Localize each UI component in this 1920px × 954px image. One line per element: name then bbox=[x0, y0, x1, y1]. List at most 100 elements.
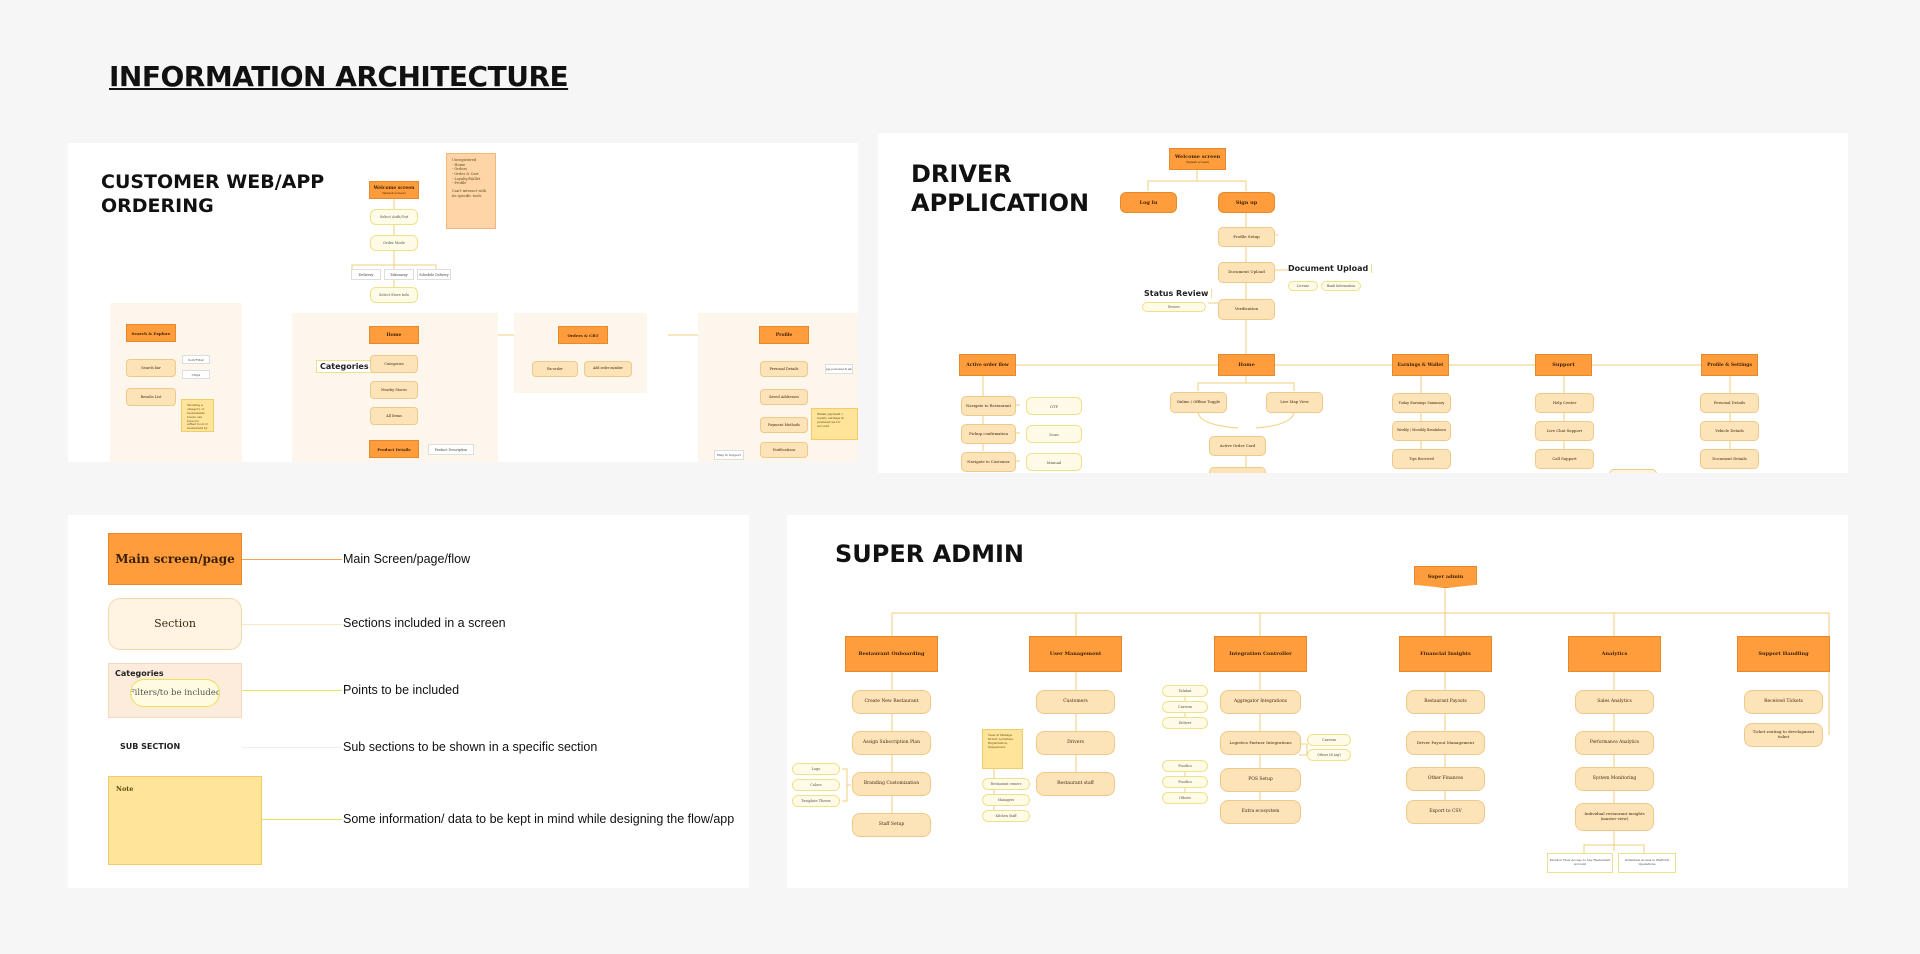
staff-kitchen[interactable]: Kitchen Staff bbox=[982, 810, 1030, 822]
home-screen[interactable]: Home bbox=[369, 326, 419, 344]
driver-document-upload[interactable]: Document Upload bbox=[1218, 262, 1275, 283]
aggregator-talabat[interactable]: Talabat bbox=[1162, 685, 1208, 697]
integration-extra[interactable]: Extra ecosystem bbox=[1220, 800, 1301, 824]
search-bar-section[interactable]: Search bar bbox=[126, 359, 176, 377]
pos-others[interactable]: Others bbox=[1162, 792, 1208, 804]
orders-screen[interactable]: Orders & CRT bbox=[558, 326, 608, 344]
pos-foodics-1[interactable]: Foodics bbox=[1162, 760, 1208, 772]
earnings-tips[interactable]: Tips Received bbox=[1392, 449, 1451, 469]
support-more[interactable] bbox=[1609, 469, 1657, 473]
active-otp[interactable]: OTP bbox=[1026, 397, 1082, 415]
order-mode-schedule[interactable]: Schedule Delivery bbox=[417, 269, 451, 280]
admin-financial[interactable]: Financial Insights bbox=[1399, 636, 1492, 672]
driver-home-more[interactable] bbox=[1209, 467, 1266, 473]
finance-restaurant-payouts[interactable]: Restaurant Payouts bbox=[1406, 690, 1485, 714]
staff-owners[interactable]: Restaurant owners bbox=[982, 778, 1030, 790]
status-review-item[interactable]: Review bbox=[1142, 302, 1206, 312]
order-mode-delivery[interactable]: Delivery bbox=[351, 269, 381, 280]
search-explore-screen[interactable]: Search & Explore bbox=[126, 324, 176, 342]
active-nav-restaurant[interactable]: Navigate to Restaurant bbox=[961, 396, 1016, 416]
admin-support[interactable]: Support Handling bbox=[1737, 636, 1830, 672]
aggregator-deliver[interactable]: Deliver bbox=[1162, 717, 1208, 729]
support-received-tickets[interactable]: Received Tickets bbox=[1744, 690, 1823, 714]
onboarding-create[interactable]: Create New Restaurant bbox=[852, 690, 931, 714]
home-categories-section[interactable]: Categories bbox=[370, 355, 418, 373]
product-description[interactable]: Product Description bbox=[428, 444, 474, 455]
profile-notifications[interactable]: Notifications bbox=[760, 442, 808, 458]
onboarding-branding[interactable]: Branding Customization bbox=[852, 772, 931, 796]
driver-verification[interactable]: Verification bbox=[1218, 299, 1275, 320]
active-nav-customer[interactable]: Navigate to Customer bbox=[961, 452, 1016, 472]
integration-aggregator[interactable]: Aggregator Integrations bbox=[1220, 690, 1301, 714]
finance-export[interactable]: Export to CSV bbox=[1406, 800, 1485, 824]
driver-profile-personal[interactable]: Personal Details bbox=[1700, 393, 1759, 413]
customer-flow-store[interactable]: Select Store Info bbox=[370, 287, 418, 303]
order-mode-takeaway[interactable]: Takeaway bbox=[384, 269, 414, 280]
branding-logo[interactable]: Logo bbox=[792, 763, 840, 775]
admin-integration[interactable]: Integration Controller bbox=[1214, 636, 1307, 672]
driver-profile-setup[interactable]: Profile Setup bbox=[1218, 227, 1275, 247]
earnings-weekly[interactable]: Weekly / Monthly Breakdown bbox=[1392, 421, 1451, 441]
doc-license[interactable]: License bbox=[1288, 281, 1318, 291]
active-scan[interactable]: Scan bbox=[1026, 425, 1082, 443]
analytics-individual-access[interactable]: Individual Access to Platform Operations bbox=[1618, 853, 1676, 873]
driver-home-screen[interactable]: Home bbox=[1218, 354, 1275, 376]
staff-managers[interactable]: Managers bbox=[982, 794, 1030, 806]
branding-colors[interactable]: Colors bbox=[792, 779, 840, 791]
driver-signup-screen[interactable]: Sign up bbox=[1218, 192, 1275, 213]
integration-pos[interactable]: POS Setup bbox=[1220, 768, 1301, 792]
driver-active-card[interactable]: Active Order Card bbox=[1209, 436, 1266, 456]
support-call[interactable]: Call Support bbox=[1535, 449, 1594, 469]
branding-theme[interactable]: Template Theme bbox=[792, 795, 840, 807]
search-option-chips[interactable]: Chips bbox=[182, 370, 210, 379]
earnings-today[interactable]: Today Earnings Summary bbox=[1392, 393, 1451, 413]
logistics-careem[interactable]: Careem bbox=[1307, 734, 1351, 746]
admin-onboarding[interactable]: Restaurant Onboarding bbox=[845, 636, 938, 672]
analytics-individual[interactable]: Individual restaurant insights (master v… bbox=[1575, 803, 1654, 831]
customer-welcome-screen[interactable]: Welcome screen (Splash screen) bbox=[369, 181, 419, 199]
users-drivers[interactable]: Drivers bbox=[1036, 731, 1115, 755]
home-nearby-section[interactable]: Nearby Stores bbox=[370, 381, 418, 399]
finance-driver-payouts[interactable]: Driver Payout Management bbox=[1406, 731, 1485, 755]
pos-foodics-2[interactable]: Foodics bbox=[1162, 776, 1208, 788]
driver-support-screen[interactable]: Support bbox=[1535, 354, 1592, 376]
profile-personal[interactable]: Personal Details bbox=[760, 361, 808, 377]
users-restaurant-staff[interactable]: Restaurant staff bbox=[1036, 772, 1115, 796]
analytics-sales[interactable]: Sales Analytics bbox=[1575, 690, 1654, 714]
finance-other[interactable]: Other Finances bbox=[1406, 767, 1485, 791]
profile-manage[interactable]: Manage personal & address bbox=[825, 364, 853, 374]
profile-payments[interactable]: Payment Methods bbox=[760, 417, 808, 433]
admin-analytics[interactable]: Analytics bbox=[1568, 636, 1661, 672]
logistics-others[interactable]: Others (if any) bbox=[1307, 749, 1351, 761]
onboarding-staff[interactable]: Staff Setup bbox=[852, 813, 931, 837]
doc-bank[interactable]: Bank Information bbox=[1321, 281, 1361, 291]
search-option-sort[interactable]: Sort/Filter bbox=[182, 355, 210, 364]
active-pickup[interactable]: Pickup confirmation bbox=[961, 424, 1016, 444]
active-order-flow[interactable]: Active order flow bbox=[959, 354, 1016, 376]
analytics-monitor-view[interactable]: Monitor View Access to Any Restaurant Ac… bbox=[1547, 853, 1613, 873]
driver-profile-vehicle[interactable]: Vehicle Details bbox=[1700, 421, 1759, 441]
aggregator-careem[interactable]: Careem bbox=[1162, 701, 1208, 713]
admin-user-management[interactable]: User Management bbox=[1029, 636, 1122, 672]
orders-add-number[interactable]: Add order number bbox=[584, 361, 632, 377]
driver-live-map[interactable]: Live Map View bbox=[1266, 392, 1323, 413]
results-list-section[interactable]: Results List bbox=[126, 388, 176, 406]
earnings-screen[interactable]: Earnings & Wallet bbox=[1392, 354, 1449, 376]
driver-login-screen[interactable]: Log In bbox=[1120, 192, 1177, 213]
driver-profile-screen[interactable]: Profile & Settings bbox=[1701, 354, 1758, 376]
support-live-chat[interactable]: Live Chat Support bbox=[1535, 421, 1594, 441]
home-items-section[interactable]: All Items bbox=[370, 407, 418, 425]
users-customers[interactable]: Customers bbox=[1036, 690, 1115, 714]
support-ticket-routing[interactable]: Ticket routing to development ticket bbox=[1744, 723, 1823, 747]
active-manual[interactable]: Manual bbox=[1026, 453, 1082, 471]
profile-screen[interactable]: Profile bbox=[759, 326, 809, 344]
admin-root[interactable]: Super admin bbox=[1414, 566, 1477, 588]
profile-addresses[interactable]: Saved Addresses bbox=[760, 389, 808, 405]
onboarding-plan[interactable]: Assign Subscription Plan bbox=[852, 731, 931, 755]
customer-flow-order-mode[interactable]: Order Mode bbox=[370, 235, 418, 251]
product-details-screen[interactable]: Product Details bbox=[369, 440, 419, 458]
support-help-center[interactable]: Help Center bbox=[1535, 393, 1594, 413]
analytics-performance[interactable]: Performance Analytics bbox=[1575, 731, 1654, 755]
driver-welcome-screen[interactable]: Welcome screen (Splash screen) bbox=[1169, 148, 1226, 170]
driver-profile-docs[interactable]: Document Details bbox=[1700, 449, 1759, 469]
